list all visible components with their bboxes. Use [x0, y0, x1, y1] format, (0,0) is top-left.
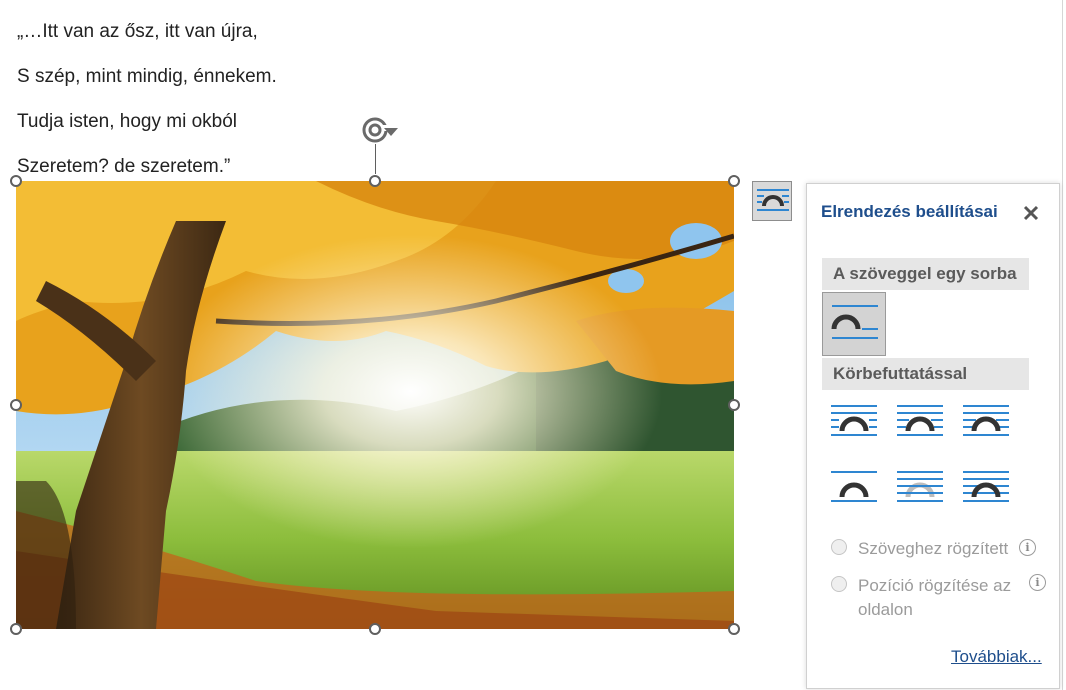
close-icon[interactable] [1021, 203, 1041, 223]
layout-inline-button[interactable] [822, 292, 886, 356]
see-more-link[interactable]: Továbbiak... [951, 647, 1042, 667]
poem-line-1[interactable]: „…Itt van az ősz, itt van újra, [17, 20, 258, 44]
wrap-through-button[interactable] [954, 392, 1018, 456]
move-with-text-radio[interactable] [831, 539, 847, 555]
poem-line-2[interactable]: S szép, mint mindig, énnekem. [17, 65, 277, 89]
resize-handle-top-left[interactable] [10, 175, 22, 187]
section-inline-header: A szöveggel egy sorba [822, 258, 1029, 290]
layout-options-panel: Elrendezés beállításai A szöveggel egy s… [806, 183, 1060, 689]
layout-options-button[interactable] [752, 181, 792, 221]
resize-handle-bottom-right[interactable] [728, 623, 740, 635]
poem-line-3[interactable]: Tudja isten, hogy mi okból [17, 110, 237, 134]
wrap-tight-button[interactable] [888, 392, 952, 456]
wrap-behind-text-button[interactable] [888, 458, 952, 522]
wrap-behind-text-icon [897, 471, 943, 502]
page-edge [1062, 0, 1063, 690]
resize-handle-top[interactable] [369, 175, 381, 187]
resize-handle-right[interactable] [728, 399, 740, 411]
poem-line-4[interactable]: Szeretem? de szeretem.” [17, 155, 230, 179]
rotate-stem [375, 144, 376, 174]
autumn-tree-image[interactable] [16, 181, 734, 629]
fix-position-radio[interactable] [831, 576, 847, 592]
wrap-top-bottom-icon [831, 471, 877, 502]
wrap-top-bottom-button[interactable] [822, 458, 886, 522]
inline-with-text-icon [831, 305, 878, 339]
wrap-square-icon [831, 405, 877, 436]
wrap-tight-icon [897, 405, 943, 436]
rotate-icon[interactable] [360, 113, 400, 147]
resize-handle-top-right[interactable] [728, 175, 740, 187]
resize-handle-bottom-left[interactable] [10, 623, 22, 635]
fix-position-label: Pozíció rögzítése az oldalon [858, 576, 1012, 619]
move-with-text-label: Szöveghez rögzített [858, 539, 1009, 558]
wrap-through-icon [963, 405, 1009, 436]
resize-handle-bottom[interactable] [369, 623, 381, 635]
panel-title: Elrendezés beállításai [821, 202, 998, 221]
info-icon[interactable]: i [1019, 539, 1036, 556]
wrap-in-front-button[interactable] [954, 458, 1018, 522]
wrap-in-front-icon [963, 471, 1009, 502]
wrap-square-button[interactable] [822, 392, 886, 456]
resize-handle-left[interactable] [10, 399, 22, 411]
section-wrap-header: Körbefuttatással [822, 358, 1029, 390]
layout-options-icon [757, 189, 789, 211]
info-icon[interactable]: i [1029, 574, 1046, 591]
